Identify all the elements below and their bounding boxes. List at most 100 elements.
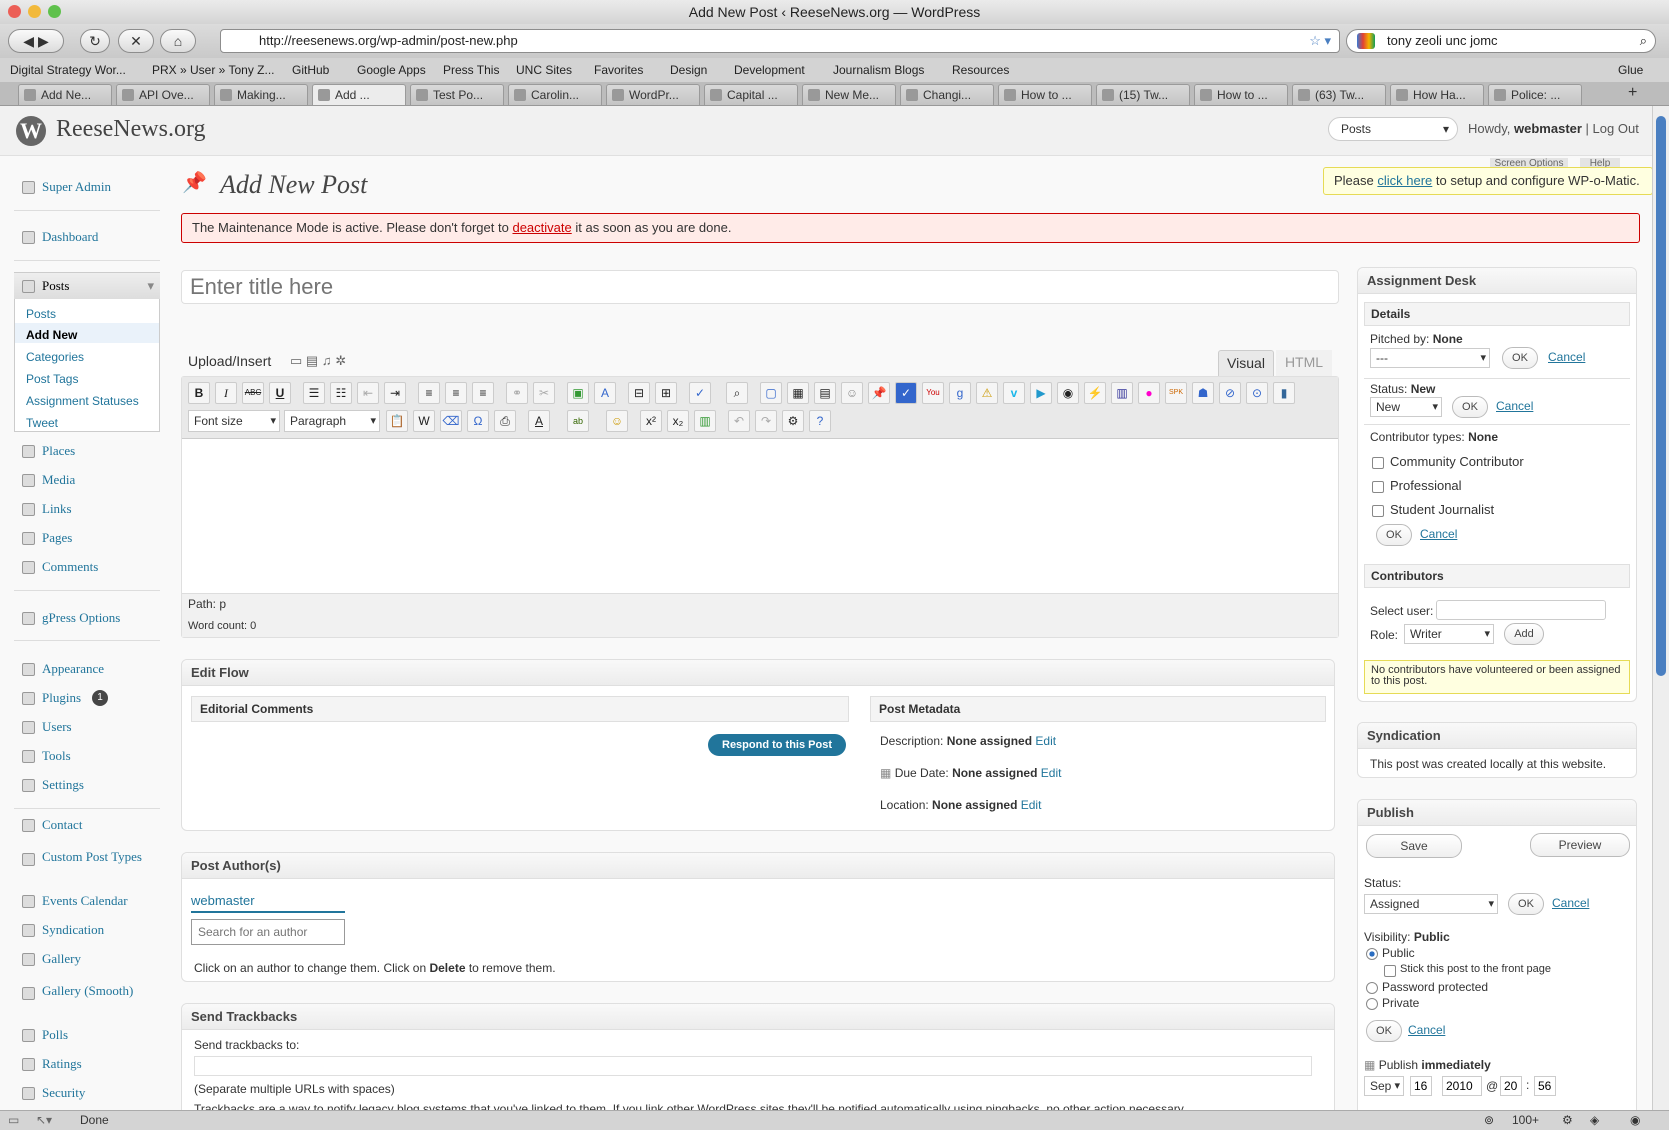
superscript-button[interactable]: x² <box>640 410 662 432</box>
stop-button[interactable]: ✕ <box>118 29 154 53</box>
numbered-list-button[interactable]: ☷ <box>330 382 352 404</box>
chart-button[interactable]: ▮ <box>1273 382 1295 404</box>
menu-contact[interactable]: Contact <box>14 812 160 838</box>
spellcheck-button[interactable]: ✓ <box>689 382 711 404</box>
highlight-button[interactable]: ab <box>567 410 589 432</box>
kitchen-sink-button[interactable]: ▦ <box>787 382 809 404</box>
font-size-select[interactable]: Font size <box>188 410 280 432</box>
browser-tab[interactable]: (63) Tw... <box>1292 84 1386 105</box>
home-button[interactable]: ⌂ <box>160 29 196 53</box>
bookmark-item[interactable]: Favorites <box>594 58 643 82</box>
add-media-icon[interactable]: ✲ <box>335 353 346 368</box>
special-character-button[interactable]: Ω <box>467 410 489 432</box>
align-left-button[interactable]: ≡ <box>418 382 440 404</box>
stick-front-page-checkbox[interactable] <box>1384 965 1396 977</box>
author-item[interactable]: webmaster <box>191 891 345 913</box>
outdent-button[interactable]: ⇤ <box>357 382 379 404</box>
menu-plugins[interactable]: Plugins 1 <box>14 685 160 711</box>
bookmark-item[interactable]: Press This <box>443 58 499 82</box>
visibility-ok-button[interactable]: OK <box>1366 1020 1402 1042</box>
addon-icon[interactable]: ◉ <box>1630 1111 1640 1130</box>
bookmark-item[interactable]: Digital Strategy Wor... <box>10 58 126 82</box>
publish-minute-input[interactable] <box>1534 1076 1556 1096</box>
menu-ratings[interactable]: Ratings <box>14 1051 160 1077</box>
menu-places[interactable]: Places <box>14 438 160 464</box>
strikethrough-button[interactable]: ABC <box>242 382 264 404</box>
publish-month-select[interactable]: Sep <box>1364 1076 1404 1096</box>
publish-status-select[interactable]: Assigned <box>1364 894 1498 914</box>
camera-button[interactable]: ◉ <box>1057 382 1079 404</box>
more-tag-button[interactable]: ⊟ <box>628 382 650 404</box>
browser-tab[interactable]: API Ove... <box>116 84 210 105</box>
pushpin-button[interactable]: 📌 <box>868 382 890 404</box>
scrollbar-thumb[interactable] <box>1656 116 1666 676</box>
bookmark-item[interactable]: Resources <box>952 58 1009 82</box>
types-ok-button[interactable]: OK <box>1376 524 1412 546</box>
browser-tab[interactable]: New Me... <box>802 84 896 105</box>
bookmark-item[interactable]: Google Apps <box>357 58 426 82</box>
pitched-cancel-link[interactable]: Cancel <box>1548 350 1585 364</box>
align-center-button[interactable]: ≡ <box>445 382 467 404</box>
publish-title[interactable]: Publish <box>1358 800 1636 826</box>
reload-button[interactable]: ↻ <box>80 29 110 53</box>
menu-events-calendar[interactable]: Events Calendar <box>14 888 160 914</box>
flickr-button[interactable]: ● <box>1138 382 1160 404</box>
menu-dashboard[interactable]: Dashboard <box>14 224 160 250</box>
bookmark-item[interactable]: Development <box>734 58 805 82</box>
page-scrollbar[interactable] <box>1652 106 1669 1110</box>
bookmark-item[interactable]: Journalism Blogs <box>833 58 924 82</box>
zoom-level[interactable]: 100+ <box>1512 1111 1539 1130</box>
preview-button[interactable]: Preview <box>1530 833 1630 857</box>
browser-tab[interactable]: Carolin... <box>508 84 602 105</box>
post-authors-title[interactable]: Post Author(s) <box>182 853 1334 879</box>
flash-button[interactable]: ⚡ <box>1084 382 1106 404</box>
print-button[interactable]: ⎙ <box>494 410 516 432</box>
avatar-button[interactable]: ☺ <box>841 382 863 404</box>
community-contributor-checkbox[interactable] <box>1372 457 1384 469</box>
back-forward-button[interactable]: ◀ ▶ <box>8 29 64 53</box>
ad-status-ok-button[interactable]: OK <box>1452 396 1488 418</box>
cleanup-button[interactable]: ⚙ <box>782 410 804 432</box>
menu-gallery[interactable]: Gallery <box>14 946 160 972</box>
addon-icon[interactable]: ◈ <box>1590 1111 1599 1130</box>
youtube-button[interactable]: You <box>922 382 944 404</box>
unlink-button[interactable]: ✂ <box>533 382 555 404</box>
menu-custom-post-types[interactable]: Custom Post Types <box>14 846 160 882</box>
visibility-password-radio[interactable] <box>1366 982 1378 994</box>
add-audio-icon[interactable]: ♫ <box>322 353 332 368</box>
browser-tab[interactable]: Test Po... <box>410 84 504 105</box>
bullet-list-button[interactable]: ☰ <box>303 382 325 404</box>
indent-button[interactable]: ⇥ <box>384 382 406 404</box>
search-bar[interactable]: tony zeoli unc jomc ⌕ <box>1346 29 1656 53</box>
menu-pages[interactable]: Pages <box>14 525 160 551</box>
add-video-icon[interactable]: ▤ <box>306 353 318 368</box>
search-embed-button[interactable]: ⊙ <box>1246 382 1268 404</box>
play-button[interactable]: ▶ <box>1030 382 1052 404</box>
new-tab-icon[interactable]: + <box>1628 84 1637 102</box>
browser-tab-active[interactable]: Add ... <box>312 84 406 105</box>
subscript-button[interactable]: x₂ <box>667 410 689 432</box>
browser-tab[interactable]: How Ha... <box>1390 84 1484 105</box>
menu-syndication[interactable]: Syndication <box>14 917 160 943</box>
publish-hour-input[interactable] <box>1500 1076 1522 1096</box>
menu-super-admin[interactable]: Super Admin <box>14 174 160 200</box>
bookmark-star-icon[interactable]: ☆ ▾ <box>1309 30 1331 52</box>
site-name[interactable]: ReeseNews.org <box>56 116 206 143</box>
add-contributor-button[interactable]: Add <box>1504 623 1544 645</box>
visual-tab[interactable]: Visual <box>1218 350 1274 376</box>
spike-button[interactable]: SPK <box>1165 382 1187 404</box>
menu-security[interactable]: Security <box>14 1080 160 1106</box>
submenu-add-new[interactable]: Add New <box>26 328 77 342</box>
browser-tab[interactable]: Capital ... <box>704 84 798 105</box>
post-title-input[interactable] <box>181 270 1339 304</box>
bold-button[interactable]: B <box>188 382 210 404</box>
find-replace-button[interactable]: ⌕ <box>726 382 748 404</box>
bookmark-item[interactable]: GitHub <box>292 58 329 82</box>
text-color-button[interactable]: A <box>528 410 550 432</box>
emoticon-button[interactable]: ☺ <box>606 410 628 432</box>
edit-flow-title[interactable]: Edit Flow <box>182 660 1334 686</box>
bookmark-item[interactable]: Glue <box>1618 58 1643 82</box>
italic-button[interactable]: I <box>215 382 237 404</box>
menu-media[interactable]: Media <box>14 467 160 493</box>
close-window-button[interactable] <box>8 5 21 18</box>
